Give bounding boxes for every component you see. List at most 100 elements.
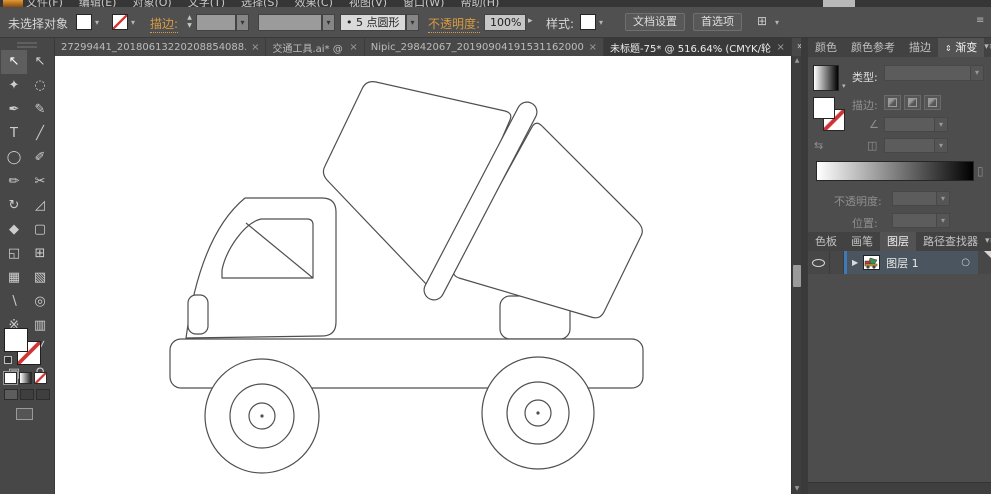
tab-close-icon[interactable]: × bbox=[776, 42, 784, 53]
draw-inside-button[interactable] bbox=[36, 389, 50, 400]
select-caret-icon[interactable]: ▾ bbox=[970, 66, 983, 80]
menu-item[interactable]: 编辑(E) bbox=[79, 0, 117, 7]
workspace-switcher[interactable] bbox=[823, 0, 855, 7]
gradient-angle-select[interactable]: ▾ bbox=[884, 117, 948, 132]
toolbar-grip[interactable] bbox=[17, 42, 37, 44]
mesh-tool-icon[interactable]: ▦ bbox=[1, 266, 27, 290]
fill-color-swatch[interactable] bbox=[76, 14, 92, 30]
eyedropper-tool-icon[interactable]: ∖ bbox=[1, 290, 27, 314]
menu-item[interactable]: 帮助(H) bbox=[460, 0, 499, 7]
panel-menu-icon[interactable]: ▾≡ bbox=[984, 38, 991, 57]
document-tab[interactable]: 27299441_20180613220208854088.ai* × bbox=[55, 38, 267, 56]
stroke-width-caret-icon[interactable]: ▾ bbox=[236, 14, 249, 31]
magic-wand-tool-icon[interactable]: ✦ bbox=[1, 74, 27, 98]
tab-close-icon[interactable]: × bbox=[589, 42, 597, 53]
style-caret-icon[interactable]: ▾ bbox=[599, 18, 603, 27]
blend-tool-icon[interactable]: ◎ bbox=[27, 290, 53, 314]
lasso-tool-icon[interactable]: ◌ bbox=[27, 74, 53, 98]
layer-name[interactable]: 图层 1 bbox=[886, 255, 919, 271]
select-similar-icon[interactable]: ⊞ bbox=[757, 14, 767, 28]
control-panel-menu-icon[interactable]: ≡ bbox=[976, 15, 984, 26]
canvas-vertical-scrollbar[interactable]: ▲ ▼ bbox=[791, 56, 801, 494]
document-setup-button[interactable]: 文档设置 bbox=[625, 13, 685, 31]
select-caret-icon[interactable]: ▾ bbox=[936, 192, 949, 205]
gradient-across-stroke-button[interactable] bbox=[924, 95, 941, 110]
tab-color-guide[interactable]: 颜色参考 bbox=[844, 38, 902, 57]
menu-item[interactable]: 对象(O) bbox=[132, 0, 171, 7]
stroke-caret-icon[interactable]: ▾ bbox=[131, 18, 135, 27]
gradient-within-stroke-button[interactable] bbox=[884, 95, 901, 110]
select-similar-caret-icon[interactable]: ▾ bbox=[775, 18, 779, 27]
color-button[interactable] bbox=[3, 371, 18, 385]
visibility-cell[interactable] bbox=[808, 251, 830, 274]
layer-thumbnail[interactable] bbox=[863, 255, 881, 270]
line-segment-tool-icon[interactable]: ╱ bbox=[27, 122, 53, 146]
selection-tool-icon[interactable]: ↖ bbox=[1, 50, 27, 74]
layer-selected-area[interactable]: ▶ 图层 1 ○ bbox=[844, 251, 978, 274]
fill-caret-icon[interactable]: ▾ bbox=[95, 18, 99, 27]
document-tab[interactable]: 交通工具.ai* @ _ × bbox=[266, 38, 365, 56]
opacity-field[interactable]: 100% bbox=[484, 14, 526, 31]
ellipse-tool-icon[interactable]: ◯ bbox=[1, 146, 27, 170]
panel-dock-edge[interactable] bbox=[801, 38, 808, 494]
preferences-button[interactable]: 首选项 bbox=[693, 13, 742, 31]
aspect-ratio-select[interactable]: ▾ bbox=[884, 138, 948, 153]
none-button[interactable] bbox=[34, 372, 47, 384]
gradient-type-select[interactable]: ▾ bbox=[884, 65, 984, 81]
tab-brushes[interactable]: 画笔 bbox=[844, 232, 880, 251]
column-graph-tool-icon[interactable]: ▥ bbox=[27, 314, 53, 338]
trash-icon[interactable]: ▯ bbox=[977, 164, 984, 178]
stop-location-select[interactable]: ▾ bbox=[892, 213, 950, 228]
stop-opacity-select[interactable]: ▾ bbox=[892, 191, 950, 206]
expand-triangle-icon[interactable]: ▶ bbox=[852, 258, 858, 267]
menu-item[interactable]: 文件(F) bbox=[26, 0, 63, 7]
gradient-along-stroke-button[interactable] bbox=[904, 95, 921, 110]
menu-item[interactable]: 文字(T) bbox=[188, 0, 225, 7]
draw-normal-button[interactable] bbox=[4, 389, 18, 400]
direct-selection-tool-icon[interactable]: ↖ bbox=[27, 50, 53, 74]
scrollbar-thumb[interactable] bbox=[793, 265, 801, 287]
gradient-preset-caret-icon[interactable]: ▾ bbox=[842, 82, 846, 90]
pen-tool-icon[interactable]: ✒ bbox=[1, 98, 27, 122]
gradient-tool-icon[interactable]: ▧ bbox=[27, 266, 53, 290]
tab-pathfinder[interactable]: 路径查找器 bbox=[916, 232, 985, 251]
menu-item[interactable]: 窗口(W) bbox=[403, 0, 444, 7]
scissors-tool-icon[interactable]: ✂ bbox=[27, 170, 53, 194]
width-tool-icon[interactable]: ◆ bbox=[1, 218, 27, 242]
perspective-grid-tool-icon[interactable]: ⊞ bbox=[27, 242, 53, 266]
door-handle[interactable] bbox=[187, 294, 209, 335]
curvature-tool-icon[interactable]: ✎ bbox=[27, 98, 53, 122]
tab-stroke[interactable]: 描边 bbox=[902, 38, 938, 57]
pencil-tool-icon[interactable]: ✏ bbox=[1, 170, 27, 194]
style-swatch[interactable] bbox=[580, 14, 596, 30]
stroke-width-field[interactable] bbox=[196, 14, 236, 31]
select-caret-icon[interactable]: ▾ bbox=[934, 118, 947, 131]
scale-tool-icon[interactable]: ◿ bbox=[27, 194, 53, 218]
opacity-arrow-icon[interactable]: ▸ bbox=[528, 16, 533, 26]
swap-fill-stroke-icon[interactable] bbox=[4, 356, 12, 364]
canvas[interactable] bbox=[55, 56, 791, 494]
select-caret-icon[interactable]: ▾ bbox=[934, 139, 947, 152]
stroke-width-stepper[interactable]: ▲ ▼ bbox=[184, 14, 195, 31]
brush-definition-field[interactable]: • 5 点圆形 bbox=[340, 14, 406, 31]
profile-caret-icon[interactable]: ▾ bbox=[322, 14, 335, 31]
reverse-gradient-icon[interactable]: ⇆ bbox=[814, 139, 823, 152]
menu-item[interactable]: 效果(C) bbox=[295, 0, 333, 7]
gradient-preview-swatch[interactable] bbox=[813, 65, 839, 91]
tab-gradient[interactable]: ⇕ 渐变 bbox=[938, 38, 985, 57]
tab-swatches[interactable]: 色板 bbox=[808, 232, 844, 251]
variable-width-profile-field[interactable] bbox=[258, 14, 322, 31]
layer-row[interactable]: ▶ 图层 1 ○ bbox=[808, 251, 991, 274]
gradient-button[interactable] bbox=[19, 372, 32, 384]
brush-caret-icon[interactable]: ▾ bbox=[406, 14, 419, 31]
stroke-link[interactable]: 描边: bbox=[150, 15, 179, 33]
opacity-link[interactable]: 不透明度: bbox=[428, 15, 481, 33]
fill-proxy-swatch[interactable] bbox=[4, 328, 28, 352]
menu-item[interactable]: 选择(S) bbox=[241, 0, 279, 7]
gradient-fill-proxy[interactable] bbox=[813, 97, 835, 119]
screen-mode-button[interactable] bbox=[16, 408, 33, 420]
gradient-slider[interactable] bbox=[816, 161, 974, 181]
lock-cell[interactable] bbox=[830, 251, 844, 274]
panel-menu-icon[interactable]: ▾≡ bbox=[985, 232, 991, 251]
draw-behind-button[interactable] bbox=[20, 389, 34, 400]
